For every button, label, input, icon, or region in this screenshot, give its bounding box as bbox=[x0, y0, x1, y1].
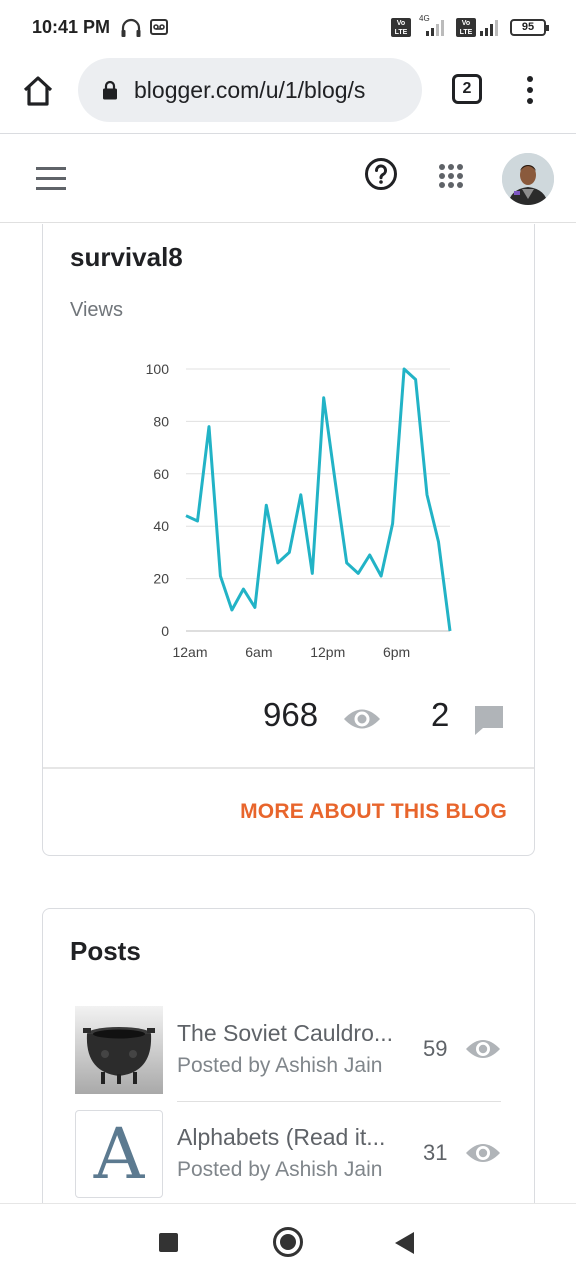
system-home-icon[interactable] bbox=[273, 1227, 303, 1257]
status-bar: 10:41 PM Vo LTE 4G Vo LTE 95 bbox=[0, 0, 576, 56]
card-divider bbox=[43, 767, 534, 769]
post-thumbnail bbox=[75, 1006, 163, 1094]
chart-x-tick-label: 12pm bbox=[310, 644, 345, 660]
post-thumbnail-letter: A bbox=[93, 1113, 145, 1195]
chart-y-tick-label: 80 bbox=[153, 413, 169, 429]
battery-indicator: 95 bbox=[510, 19, 549, 36]
signal-icon bbox=[426, 20, 444, 36]
headphones-icon bbox=[121, 18, 141, 37]
chart-x-tick-label: 12am bbox=[172, 644, 207, 660]
post-views-count: 59 bbox=[423, 1036, 448, 1061]
post-item[interactable]: A Alphabets (Read it... Posted by Ashish… bbox=[43, 1110, 536, 1200]
eye-icon bbox=[466, 1144, 500, 1162]
blog-stats-row: 968 2 bbox=[43, 696, 536, 746]
tab-switcher-button[interactable]: 2 bbox=[452, 74, 482, 104]
system-nav-bar bbox=[0, 1203, 576, 1280]
comment-icon bbox=[475, 706, 503, 735]
back-icon[interactable] bbox=[395, 1232, 414, 1254]
views-count: 968 bbox=[263, 696, 319, 733]
eye-icon bbox=[466, 1040, 500, 1058]
lock-icon bbox=[103, 80, 117, 100]
avatar[interactable] bbox=[502, 153, 554, 205]
volte-badge: Vo LTE bbox=[391, 18, 411, 37]
post-item[interactable]: The Soviet Cauldro... Posted by Ashish J… bbox=[43, 1006, 536, 1096]
views-chart: 0 20 40 60 80 100 12am 6am 12pm 6pm bbox=[146, 361, 452, 660]
help-icon[interactable] bbox=[364, 157, 398, 191]
views-series-line bbox=[185, 367, 452, 632]
url-text: blogger.com/u/1/blog/s bbox=[134, 77, 366, 103]
views-label: Views bbox=[70, 299, 123, 321]
chart-y-tick-label: 40 bbox=[153, 518, 169, 534]
address-bar[interactable]: blogger.com/u/1/blog/s bbox=[78, 58, 422, 122]
blog-stats-card: survival8 Views 0 20 40 60 80 100 12am 6am 12pm… bbox=[42, 224, 535, 856]
volte-badge-2: Vo LTE bbox=[456, 18, 476, 37]
browser-menu-icon[interactable] bbox=[518, 72, 542, 108]
app-header bbox=[0, 135, 576, 223]
chart-y-tick-label: 60 bbox=[153, 466, 169, 482]
post-divider bbox=[177, 1101, 501, 1102]
chart-y-tick-label: 0 bbox=[161, 623, 169, 639]
post-title: The Soviet Cauldro... bbox=[177, 1020, 394, 1046]
home-icon[interactable] bbox=[20, 73, 56, 109]
eye-icon bbox=[344, 709, 380, 729]
chart-x-tick-label: 6pm bbox=[383, 644, 410, 660]
comments-count: 2 bbox=[431, 696, 450, 733]
post-views-count: 31 bbox=[423, 1140, 448, 1165]
more-about-blog-link[interactable]: MORE ABOUT THIS BLOG bbox=[240, 800, 507, 824]
voicemail-icon bbox=[150, 19, 168, 35]
post-title: Alphabets (Read it... bbox=[177, 1124, 386, 1150]
posts-card: Posts The Soviet Cauldro... Posted by As… bbox=[42, 908, 535, 1228]
signal-icon-2 bbox=[480, 20, 498, 36]
status-time: 10:41 PM bbox=[32, 17, 111, 37]
chart-y-tick-label: 100 bbox=[146, 361, 170, 377]
browser-toolbar: blogger.com/u/1/blog/s 2 bbox=[0, 56, 576, 134]
posts-title: Posts bbox=[70, 936, 141, 966]
post-author: Posted by Ashish Jain bbox=[177, 1054, 383, 1077]
apps-grid-icon[interactable] bbox=[437, 162, 465, 190]
chart-x-tick-label: 6am bbox=[245, 644, 272, 660]
post-thumbnail: A bbox=[75, 1110, 163, 1198]
blog-title[interactable]: survival8 bbox=[70, 242, 183, 273]
chart-y-tick-label: 20 bbox=[153, 571, 169, 587]
hamburger-icon[interactable] bbox=[36, 167, 66, 191]
recents-icon[interactable] bbox=[159, 1233, 178, 1252]
post-author: Posted by Ashish Jain bbox=[177, 1158, 383, 1181]
